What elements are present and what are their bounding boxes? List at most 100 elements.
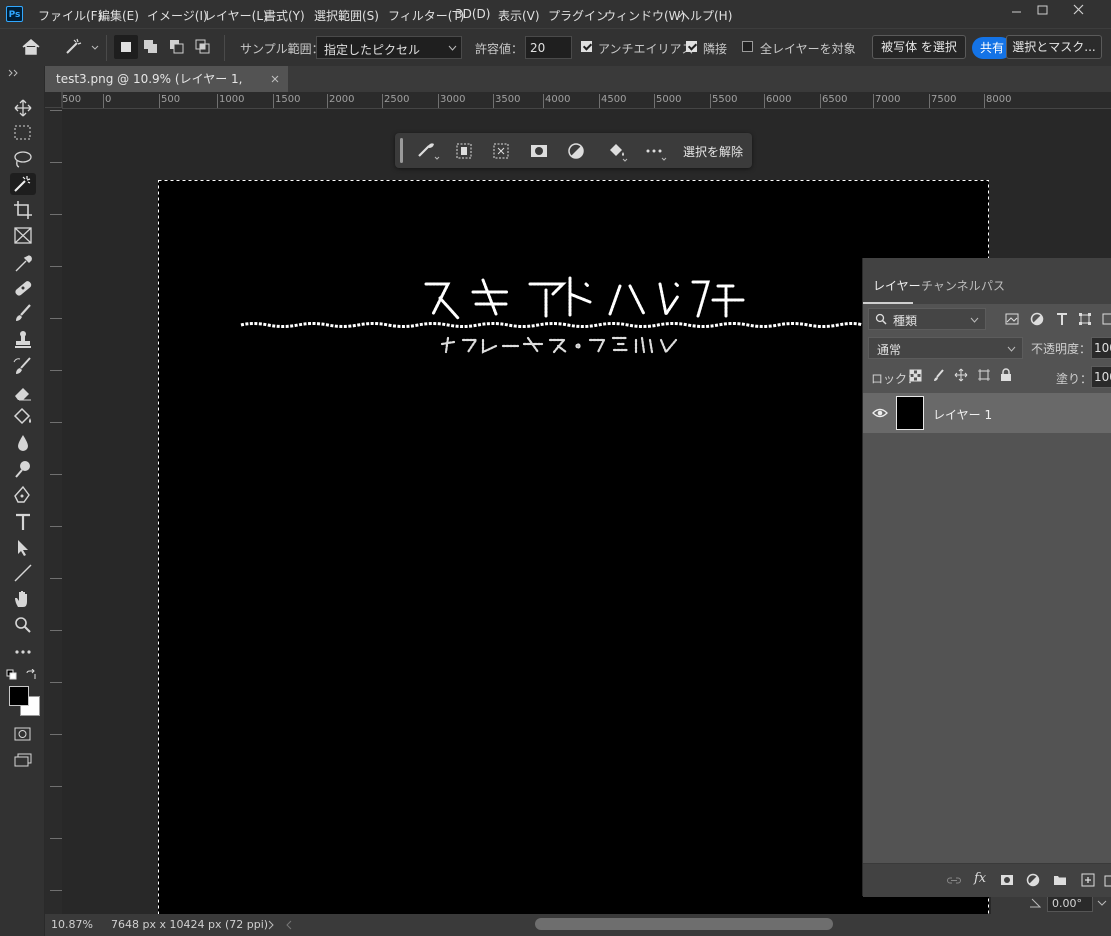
menu-3d[interactable]: 3D(D) xyxy=(455,7,490,21)
maximize-button[interactable] xyxy=(1026,0,1060,22)
blend-mode-select[interactable]: 通常 xyxy=(868,337,1023,359)
layer-row[interactable]: レイヤー 1 xyxy=(863,393,1111,433)
pen-tool[interactable] xyxy=(10,484,36,506)
magic-wand-preset-icon[interactable] xyxy=(63,37,101,57)
new-layer-icon[interactable] xyxy=(1081,873,1095,887)
all-layers-checkbox[interactable] xyxy=(742,41,753,52)
lock-pixels-icon[interactable] xyxy=(932,369,945,382)
menu-plugins[interactable]: プラグイン xyxy=(548,7,608,24)
tolerance-input[interactable]: 20 xyxy=(525,36,572,59)
fx-icon[interactable]: fx xyxy=(974,871,986,886)
menu-layer[interactable]: レイヤー(L) xyxy=(204,7,268,24)
zoom-level[interactable]: 10.87% xyxy=(51,918,93,931)
antialias-checkbox[interactable] xyxy=(581,41,592,52)
default-colors-icon[interactable] xyxy=(6,669,18,681)
add-selection-icon[interactable] xyxy=(142,38,162,56)
filter-adjustment-icon[interactable] xyxy=(1030,312,1044,326)
filter-pixel-icon[interactable] xyxy=(1005,313,1019,325)
filter-shape-icon[interactable] xyxy=(1078,312,1092,326)
screen-mode-icon[interactable] xyxy=(13,752,33,768)
menu-image[interactable]: イメージ(I) xyxy=(147,7,208,24)
horizontal-scrollbar-thumb[interactable] xyxy=(535,918,833,930)
fill-icon[interactable] xyxy=(605,140,631,164)
chevron-down-icon[interactable] xyxy=(1097,900,1107,908)
sample-size-select[interactable]: 指定したピクセル xyxy=(316,36,462,59)
intersect-selection-icon[interactable] xyxy=(194,38,214,56)
mask-icon[interactable] xyxy=(528,140,550,162)
zoom-tool[interactable] xyxy=(10,614,36,636)
ruler-origin[interactable] xyxy=(45,92,62,108)
more-options-icon[interactable] xyxy=(642,140,668,164)
menu-select[interactable]: 選択範囲(S) xyxy=(314,7,379,24)
lock-transparency-icon[interactable] xyxy=(909,369,922,382)
link-layers-icon[interactable] xyxy=(947,874,961,886)
drag-handle[interactable] xyxy=(400,138,403,163)
document-tab[interactable]: test3.png @ 10.9% (レイヤー 1, RGB/8#) * xyxy=(45,66,288,112)
marquee-tool[interactable] xyxy=(10,122,36,144)
status-arrow-icon[interactable] xyxy=(267,920,275,930)
line-tool[interactable] xyxy=(10,562,36,584)
collapse-panel-icon[interactable] xyxy=(8,69,20,77)
crop-tool[interactable] xyxy=(10,199,36,221)
eraser-tool[interactable] xyxy=(10,381,36,403)
delete-layer-icon[interactable] xyxy=(1104,873,1111,887)
select-subject-icon[interactable] xyxy=(453,140,475,162)
remove-background-icon[interactable] xyxy=(490,140,512,162)
move-tool[interactable] xyxy=(10,97,36,119)
opacity-input[interactable]: 100 xyxy=(1091,337,1111,359)
paint-bucket-tool[interactable] xyxy=(10,406,36,428)
deselect-button[interactable]: 選択を解除 xyxy=(683,143,743,160)
type-tool[interactable] xyxy=(10,511,36,533)
app-logo[interactable]: Ps xyxy=(6,6,23,22)
hand-tool[interactable] xyxy=(10,588,36,610)
eye-icon[interactable] xyxy=(872,407,888,419)
menu-view[interactable]: 表示(V) xyxy=(498,7,540,24)
blur-tool[interactable] xyxy=(10,432,36,454)
menu-edit[interactable]: 編集(E) xyxy=(98,7,139,24)
new-selection-button[interactable] xyxy=(114,35,138,59)
select-and-mask-button[interactable]: 選択とマスク... xyxy=(1006,35,1102,59)
more-tools[interactable] xyxy=(10,641,36,663)
layer-name[interactable]: レイヤー 1 xyxy=(933,406,992,423)
frame-tool[interactable] xyxy=(10,225,36,247)
close-tab-icon[interactable] xyxy=(271,75,279,83)
menu-type[interactable]: 書式(Y) xyxy=(264,7,305,24)
select-subject-button[interactable]: 被写体 を選択 xyxy=(872,35,966,59)
filter-type-icon[interactable] xyxy=(1055,312,1069,326)
adjustment-icon[interactable] xyxy=(565,140,587,162)
layer-filter-select[interactable]: 種類 xyxy=(868,308,986,330)
magic-wand-tool[interactable] xyxy=(10,173,36,195)
lock-position-icon[interactable] xyxy=(954,368,968,382)
new-group-icon[interactable] xyxy=(1053,874,1067,886)
tab-paths[interactable]: パス xyxy=(981,277,1005,294)
healing-brush-tool[interactable] xyxy=(10,277,36,299)
brush-tool[interactable] xyxy=(10,302,36,324)
home-icon[interactable] xyxy=(20,37,42,57)
dodge-tool[interactable] xyxy=(10,458,36,480)
close-window-button[interactable] xyxy=(1062,0,1096,22)
stamp-tool[interactable] xyxy=(10,328,36,350)
menu-file[interactable]: ファイル(F) xyxy=(38,7,102,24)
foreground-color-swatch[interactable] xyxy=(9,686,29,706)
lock-all-icon[interactable] xyxy=(1000,368,1012,382)
menu-help[interactable]: ヘルプ(H) xyxy=(678,7,732,24)
menu-window[interactable]: ウィンドウ(W) xyxy=(604,7,685,24)
document-info[interactable]: 7648 px x 10424 px (72 ppi) xyxy=(111,918,268,931)
path-selection-tool[interactable] xyxy=(10,537,36,559)
quick-mask-icon[interactable] xyxy=(13,726,33,742)
fill-input[interactable]: 100 xyxy=(1091,366,1111,388)
contiguous-checkbox[interactable] xyxy=(686,41,697,52)
tab-channels[interactable]: チャンネル xyxy=(921,277,981,294)
add-mask-icon[interactable] xyxy=(1000,874,1014,886)
lasso-tool[interactable] xyxy=(10,148,36,170)
history-brush-tool[interactable] xyxy=(10,355,36,377)
tab-layers[interactable]: レイヤー xyxy=(873,277,921,294)
new-adjustment-icon[interactable] xyxy=(1026,873,1040,887)
brush-select-icon[interactable] xyxy=(415,140,441,162)
filter-smart-object-icon[interactable] xyxy=(1101,312,1111,326)
lock-artboard-icon[interactable] xyxy=(977,368,991,382)
subtract-selection-icon[interactable] xyxy=(168,38,188,56)
swap-colors-icon[interactable] xyxy=(25,669,37,681)
menu-filter[interactable]: フィルター(T) xyxy=(388,7,464,24)
angle-input[interactable]: 0.00° xyxy=(1047,896,1093,912)
